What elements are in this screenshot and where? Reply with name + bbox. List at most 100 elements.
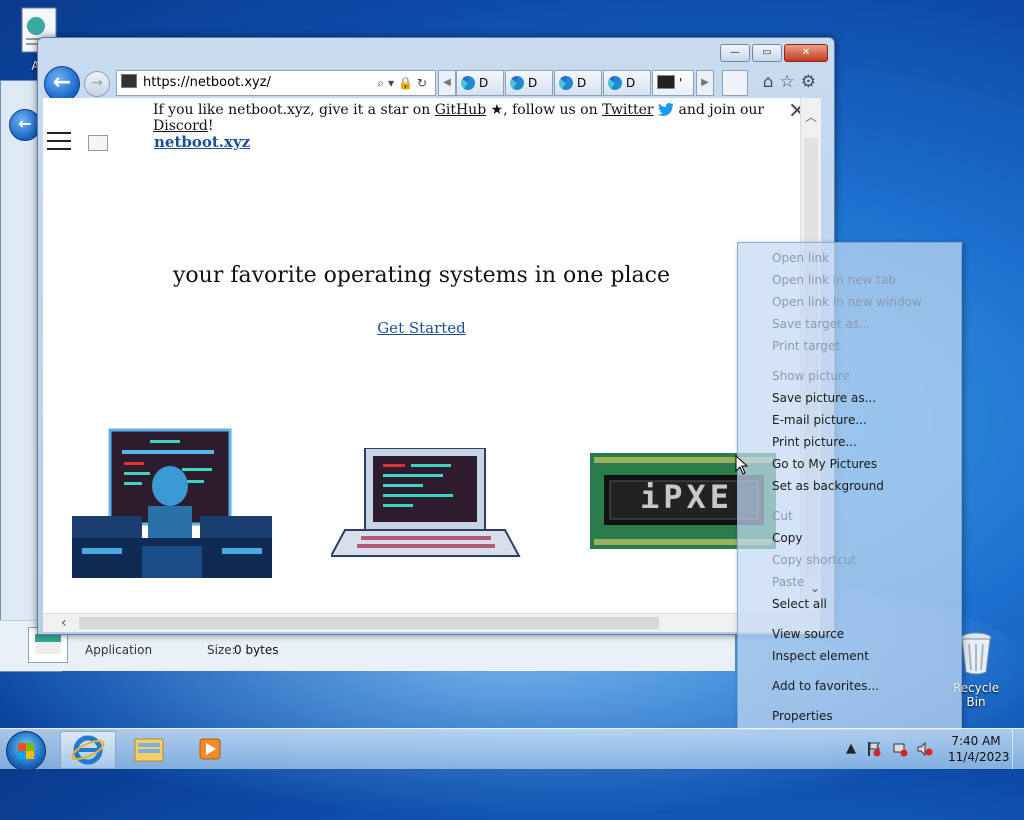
context-menu-item[interactable]: Copy bbox=[772, 531, 802, 545]
context-menu-item[interactable]: Set as background bbox=[772, 479, 884, 493]
action-center-flag-icon[interactable] bbox=[866, 741, 882, 757]
address-bar[interactable]: https://netboot.xyz/ ⌕▾🔒↻ bbox=[116, 70, 436, 96]
context-menu-item[interactable]: View source bbox=[772, 627, 844, 641]
star-icon: ★ bbox=[486, 102, 504, 118]
context-menu-item: Paste bbox=[772, 575, 805, 589]
command-icons: ⌂☆⚙ bbox=[763, 72, 822, 92]
banner-text: , follow us on bbox=[503, 102, 603, 118]
context-menu-item: Copy shortcut bbox=[772, 553, 856, 567]
file-size-label: Size: bbox=[207, 643, 236, 657]
tab-scroll-right-button[interactable]: ▶ bbox=[696, 70, 714, 96]
context-menu-item: Open link in new window bbox=[772, 295, 922, 309]
address-text[interactable]: https://netboot.xyz/ bbox=[143, 75, 271, 90]
start-button[interactable] bbox=[6, 731, 46, 771]
tab-scroll-left-button[interactable]: ◀ bbox=[438, 70, 456, 96]
context-menu-item[interactable]: Go to My Pictures bbox=[772, 457, 877, 471]
context-menu-item[interactable]: Add to favorites... bbox=[772, 679, 879, 693]
announcement-banner: If you like netboot.xyz, give it a star … bbox=[153, 102, 800, 134]
tab-label: ' bbox=[679, 76, 683, 90]
tray-expand-icon[interactable]: ▲ bbox=[846, 741, 856, 756]
tab-label: D bbox=[577, 76, 587, 90]
taskbar: ▲ 7:40 AM 11/4/2023 bbox=[0, 728, 1024, 771]
edge-icon bbox=[461, 76, 475, 90]
context-menu-item[interactable]: E-mail picture... bbox=[772, 413, 867, 427]
tab-4[interactable]: D bbox=[603, 70, 651, 96]
ipxe-logo-text: iPXE bbox=[640, 478, 734, 516]
context-menu-item[interactable]: Inspect element bbox=[772, 649, 869, 663]
banner-text: ! bbox=[207, 118, 214, 134]
context-menu-item: Open link in new tab bbox=[772, 273, 896, 287]
tab-1[interactable]: D bbox=[456, 70, 504, 96]
media-player-icon bbox=[199, 738, 221, 760]
scroll-left-icon[interactable]: ‹ bbox=[61, 614, 67, 632]
volume-muted-icon[interactable] bbox=[916, 741, 934, 757]
restore-button[interactable]: ▭ bbox=[752, 44, 782, 62]
system-clock[interactable]: 7:40 AM 11/4/2023 bbox=[948, 733, 1010, 765]
tab-label: D bbox=[528, 76, 538, 90]
settings-gear-icon[interactable]: ⚙ bbox=[801, 72, 822, 92]
context-menu-item[interactable]: Properties bbox=[772, 709, 833, 723]
context-menu-item[interactable]: Print picture... bbox=[772, 435, 857, 449]
horizontal-scroll-thumb[interactable] bbox=[79, 617, 659, 629]
taskbar-media-player[interactable] bbox=[184, 731, 238, 767]
edge-icon bbox=[559, 76, 573, 90]
navigation-bar: ← → https://netboot.xyz/ ⌕▾🔒↻ ◀ D D D D … bbox=[44, 66, 828, 102]
context-menu-item: Cut bbox=[772, 509, 793, 523]
hamburger-menu-icon[interactable] bbox=[47, 132, 71, 150]
file-type: Application bbox=[85, 643, 153, 657]
clock-date: 11/4/2023 bbox=[948, 750, 1010, 764]
edge-icon bbox=[608, 76, 622, 90]
person-at-computer-illustration bbox=[72, 428, 272, 578]
page-tagline: your favorite operating systems in one p… bbox=[172, 263, 670, 288]
window-controls: — ▭ ✕ bbox=[720, 44, 828, 62]
discord-link[interactable]: Discord bbox=[153, 118, 208, 134]
tab-active[interactable]: ' bbox=[652, 70, 694, 96]
browser-window: — ▭ ✕ ← → https://netboot.xyz/ ⌕▾🔒↻ ◀ D … bbox=[37, 37, 835, 635]
get-started-link[interactable]: Get Started bbox=[377, 319, 466, 337]
terminal-icon bbox=[657, 75, 675, 89]
context-menu-item: Show picture bbox=[772, 369, 851, 383]
broken-logo-image bbox=[88, 135, 108, 151]
tab-label: D bbox=[479, 76, 489, 90]
twitter-link[interactable]: Twitter bbox=[602, 102, 654, 118]
twitter-bird-icon bbox=[658, 102, 675, 116]
context-menu-item: Open link bbox=[772, 251, 830, 265]
context-menu-item[interactable]: Select all bbox=[772, 597, 827, 611]
horizontal-scrollbar[interactable]: ‹ bbox=[43, 613, 820, 632]
chevron-down-icon: ⌄ bbox=[810, 581, 821, 595]
site-favicon-icon bbox=[121, 74, 137, 88]
taskbar-internet-explorer[interactable] bbox=[60, 731, 116, 769]
site-name-link[interactable]: netboot.xyz bbox=[154, 133, 250, 151]
tab-3[interactable]: D bbox=[554, 70, 602, 96]
github-link[interactable]: GitHub bbox=[435, 102, 486, 118]
page-content: If you like netboot.xyz, give it a star … bbox=[43, 98, 800, 613]
banner-text: If you like netboot.xyz, give it a star … bbox=[153, 102, 435, 118]
mouse-cursor-icon bbox=[735, 455, 749, 475]
favorites-star-icon[interactable]: ☆ bbox=[780, 72, 801, 92]
folder-icon bbox=[134, 738, 164, 762]
close-button[interactable]: ✕ bbox=[784, 44, 828, 62]
address-tools[interactable]: ⌕▾🔒↻ bbox=[377, 71, 431, 95]
back-button[interactable]: ← bbox=[44, 66, 80, 102]
clock-time: 7:40 AM bbox=[951, 734, 1001, 748]
context-menu: Open link Open link in new tab Open link i… bbox=[737, 242, 962, 730]
home-icon[interactable]: ⌂ bbox=[763, 72, 780, 92]
new-tab-button[interactable] bbox=[722, 70, 748, 96]
show-desktop-button[interactable] bbox=[1012, 729, 1024, 769]
internet-explorer-icon bbox=[71, 735, 105, 765]
forward-button[interactable]: → bbox=[84, 71, 110, 97]
context-menu-item[interactable]: Save picture as... bbox=[772, 391, 876, 405]
minimize-button[interactable]: — bbox=[720, 44, 750, 62]
network-icon[interactable] bbox=[892, 741, 908, 757]
scroll-up-icon[interactable]: ︿ bbox=[801, 108, 821, 125]
laptop-illustration bbox=[331, 448, 521, 557]
banner-close-icon[interactable]: ✕ bbox=[788, 99, 800, 124]
recycle-bin-icon bbox=[960, 632, 992, 675]
tab-2[interactable]: D bbox=[505, 70, 553, 96]
tab-label: D bbox=[626, 76, 636, 90]
edge-icon bbox=[510, 76, 524, 90]
banner-text: and join our bbox=[678, 102, 765, 118]
file-size-value: 0 bytes bbox=[234, 643, 279, 657]
context-menu-item: Print target bbox=[772, 339, 840, 353]
taskbar-file-explorer[interactable] bbox=[122, 731, 176, 767]
